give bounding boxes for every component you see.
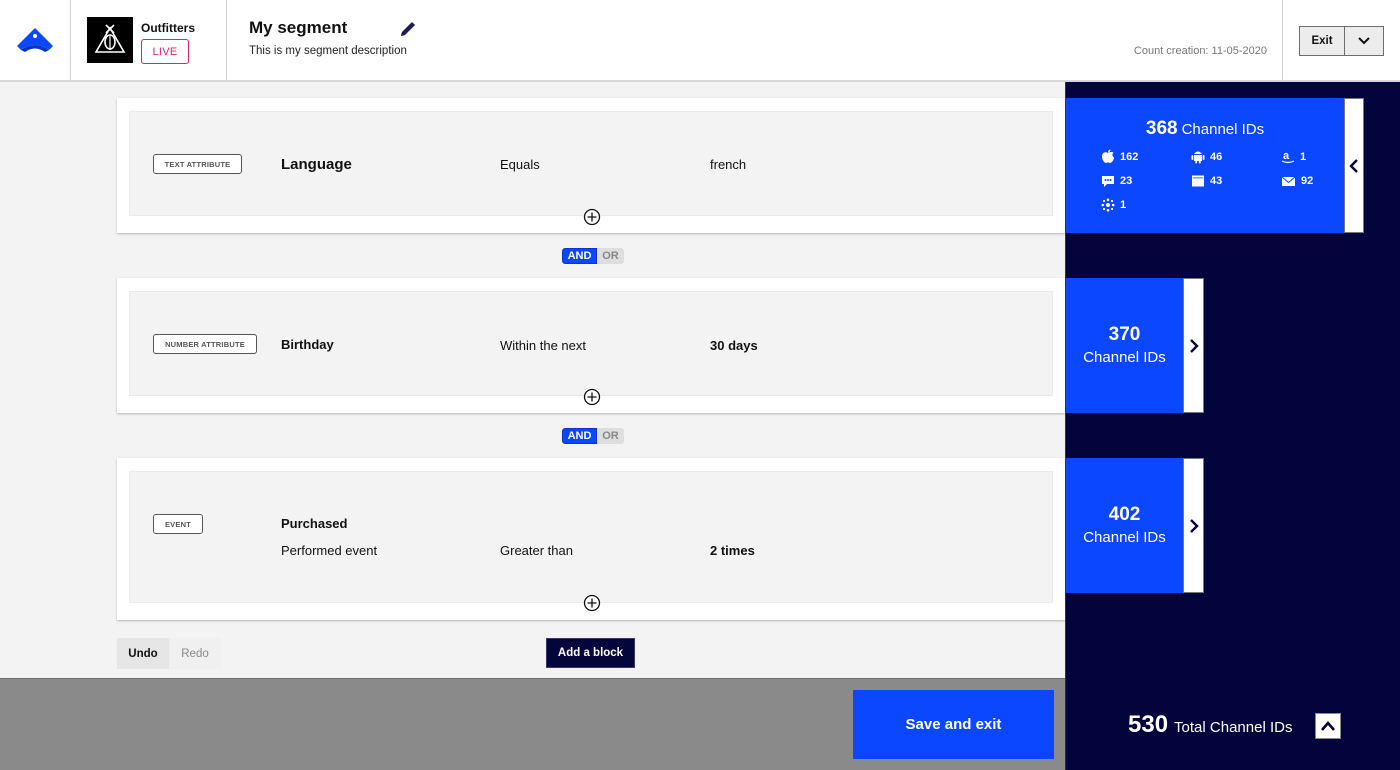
footer-bar: Save and exit — [0, 678, 1065, 770]
history-controls: Undo Redo — [117, 638, 221, 669]
condition-block: NUMBER ATTRIBUTE Birthday Within the nex… — [117, 278, 1065, 413]
condition-operator: Greater than — [500, 543, 573, 558]
status-badge: LIVE — [141, 39, 189, 64]
channel-count-value: 46 — [1210, 150, 1223, 163]
condition-block: EVENT Purchased Performed event Greater … — [117, 458, 1065, 620]
count-creation-date: Count creation: 11-05-2020 — [1133, 45, 1267, 57]
pencil-icon[interactable] — [398, 19, 418, 39]
count-card: 402 Channel IDs — [1066, 458, 1183, 593]
amazon-icon: a — [1281, 150, 1295, 164]
type-tag: NUMBER ATTRIBUTE — [153, 334, 257, 354]
count-value: 402 — [1108, 504, 1141, 525]
segment-title: My segment — [249, 18, 348, 37]
undo-button[interactable]: Undo — [117, 638, 169, 669]
header-divider — [1282, 0, 1283, 80]
add-condition-icon[interactable] — [583, 388, 601, 406]
app-logo-icon — [17, 28, 53, 52]
segment-builder: TEXT ATTRIBUTE Language Equals french AN… — [0, 82, 1065, 678]
add-condition-icon[interactable] — [583, 208, 601, 226]
count-label: Channel IDs — [1083, 349, 1166, 366]
redo-button[interactable]: Redo — [169, 638, 221, 669]
count-label: Channel IDs — [1083, 529, 1166, 546]
condition-row[interactable]: EVENT Purchased Performed event Greater … — [129, 471, 1053, 603]
app-logo[interactable] — [0, 0, 71, 80]
collapse-card-button[interactable] — [1344, 98, 1364, 233]
svg-text:a: a — [1283, 150, 1290, 162]
sms-icon — [1102, 176, 1114, 187]
condition-value: 30 days — [710, 338, 758, 353]
total-expand-button[interactable] — [1315, 713, 1341, 739]
apple-icon — [1102, 149, 1114, 163]
type-tag: TEXT ATTRIBUTE — [153, 154, 242, 174]
expand-card-button[interactable] — [1183, 458, 1204, 593]
channel-count: 46 — [1191, 149, 1222, 164]
channel-count-value: 92 — [1301, 175, 1314, 187]
channel-count-value: 1 — [1300, 150, 1307, 163]
brand-logo-icon — [94, 24, 126, 53]
condition-row[interactable]: NUMBER ATTRIBUTE Birthday Within the nex… — [129, 291, 1053, 396]
count-card: 370 Channel IDs — [1066, 278, 1183, 413]
web-browser-icon — [1192, 175, 1204, 187]
type-tag: EVENT — [153, 514, 203, 534]
and-or-toggle: AND OR — [562, 428, 624, 444]
condition-row[interactable]: TEXT ATTRIBUTE Language Equals french — [129, 111, 1053, 216]
event-name: Purchased — [281, 516, 348, 531]
exit-dropdown-toggle[interactable] — [1345, 27, 1383, 55]
channel-count-value: 23 — [1120, 175, 1133, 187]
exit-button[interactable]: Exit — [1300, 27, 1345, 55]
chevron-right-icon — [1189, 518, 1199, 533]
channel-count: 92 — [1281, 174, 1313, 188]
channel-count-value: 43 — [1210, 175, 1223, 187]
android-icon — [1191, 151, 1205, 164]
exit-split-button: Exit — [1299, 26, 1384, 56]
add-block-button[interactable]: Add a block — [546, 638, 635, 668]
count-card-expanded: 368 Channel IDs 162 46 a 1 23 43 92 1 — [1066, 98, 1344, 233]
brand-name: Outfitters — [141, 21, 195, 35]
count-card-header: 368 Channel IDs — [1066, 118, 1344, 140]
chevron-right-icon — [1189, 338, 1199, 353]
and-option[interactable]: AND — [562, 428, 597, 444]
channel-count-value: 1 — [1120, 199, 1127, 211]
condition-value: french — [710, 157, 747, 172]
chevron-up-icon — [1321, 721, 1335, 731]
channel-count: a 1 — [1281, 149, 1306, 164]
chevron-left-icon — [1349, 158, 1358, 173]
email-icon — [1281, 176, 1296, 186]
or-option[interactable]: OR — [597, 248, 624, 264]
count-value: 368 — [1145, 118, 1178, 139]
condition-block: TEXT ATTRIBUTE Language Equals french — [117, 98, 1065, 233]
attribute-name: Language — [281, 156, 352, 173]
channel-count: 43 — [1191, 174, 1222, 188]
channel-count-value: 162 — [1120, 150, 1139, 163]
save-and-exit-button[interactable]: Save and exit — [853, 690, 1054, 759]
open-channel-icon — [1101, 198, 1115, 212]
channel-count: 23 — [1101, 174, 1132, 188]
total-label: Total Channel IDs — [1174, 719, 1293, 736]
or-option[interactable]: OR — [597, 428, 624, 444]
channel-count: 1 — [1101, 198, 1126, 212]
segment-description: This is my segment description — [249, 45, 407, 57]
total-value: 530 — [1128, 711, 1169, 738]
brand-section: Outfitters LIVE — [71, 0, 227, 80]
attribute-name: Birthday — [281, 337, 334, 352]
brand-logo — [87, 17, 133, 63]
add-condition-icon[interactable] — [583, 594, 601, 612]
total-channel-ids: 530 Total Channel IDs — [1128, 711, 1292, 739]
and-option[interactable]: AND — [562, 248, 597, 264]
chevron-down-icon — [1358, 37, 1370, 45]
condition-value: 2 times — [710, 543, 755, 558]
condition-operator: Equals — [500, 157, 540, 172]
channel-count: 162 — [1101, 149, 1138, 164]
count-label: Channel IDs — [1181, 121, 1265, 138]
and-or-toggle: AND OR — [562, 248, 624, 264]
condition-operator: Within the next — [500, 338, 586, 353]
app-header: Outfitters LIVE My segment This is my se… — [0, 0, 1400, 82]
channel-count-panel: 368 Channel IDs 162 46 a 1 23 43 92 1 37… — [1065, 82, 1400, 770]
expand-card-button[interactable] — [1183, 278, 1204, 413]
count-value: 370 — [1108, 324, 1141, 345]
event-subject: Performed event — [281, 543, 378, 558]
